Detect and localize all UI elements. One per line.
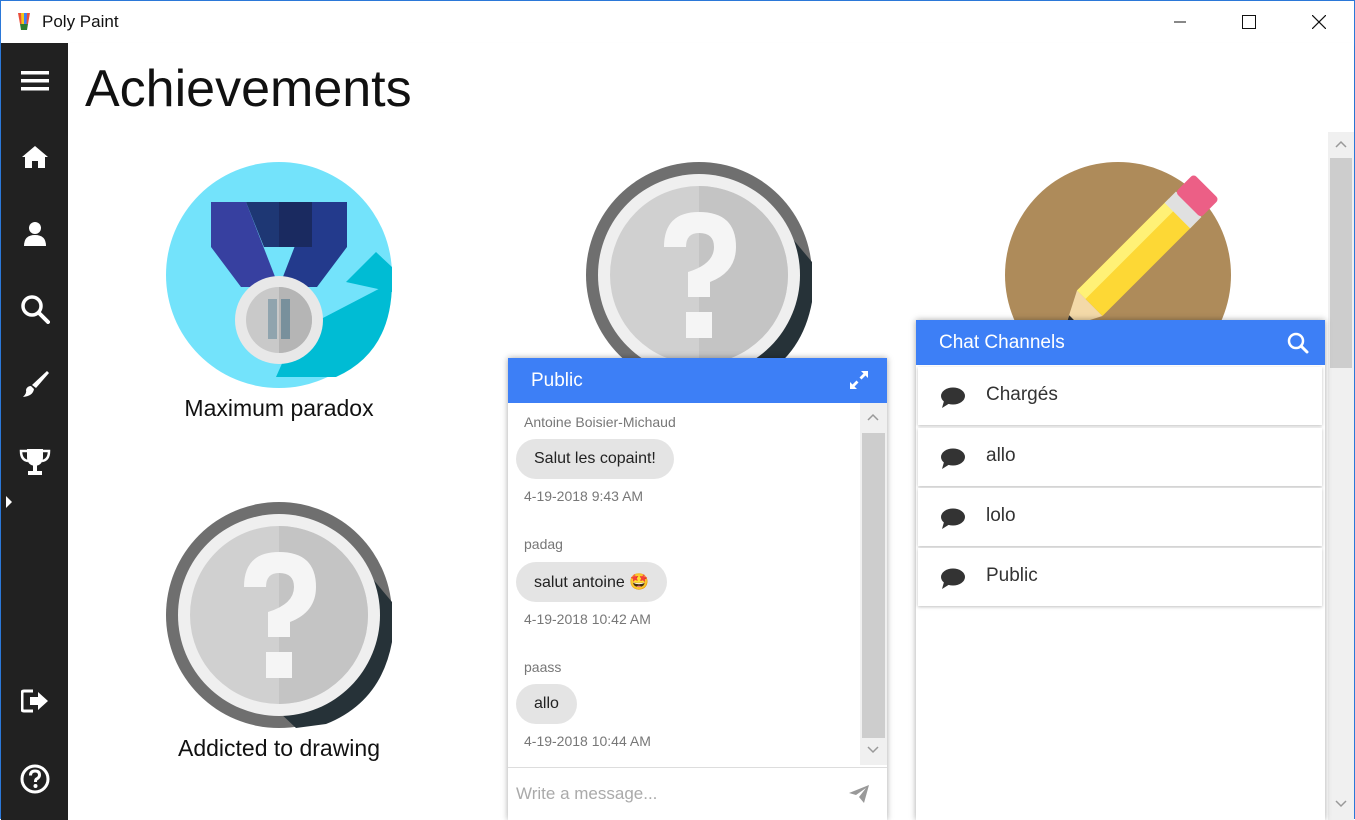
- channels-title: Chat Channels: [939, 332, 1065, 353]
- chat-bubble-icon: [941, 448, 965, 469]
- app-logo-icon: [18, 13, 30, 30]
- message-list: Antoine Boisier-Michaud Salut les copain…: [508, 403, 860, 765]
- message-bubble: allo: [516, 684, 577, 724]
- message-bubble: Salut les copaint!: [516, 439, 674, 479]
- channel-item[interactable]: allo: [918, 428, 1322, 486]
- chat-bubble-icon: [941, 568, 965, 589]
- message-bubble: salut antoine 🤩: [516, 562, 668, 602]
- trophy-icon: [19, 449, 50, 475]
- channels-window: Chat Channels Chargés allo lolo Public: [916, 320, 1325, 820]
- chat-channel-name: Public: [531, 370, 583, 391]
- question-icon: [586, 162, 812, 388]
- sidebar-item-search[interactable]: [1, 284, 68, 334]
- app-window: Poly Paint Achievements Maximum paradox …: [0, 0, 1355, 820]
- chat-window: Public Antoine Boisier-Michaud Salut les…: [508, 358, 887, 820]
- chat-scrollbar[interactable]: [860, 403, 887, 765]
- scroll-thumb[interactable]: [862, 433, 885, 738]
- message-time: 4-19-2018 9:43 AM: [524, 488, 644, 504]
- sidebar-item-achievements[interactable]: [1, 437, 68, 487]
- sidebar-item-logout[interactable]: [1, 676, 68, 726]
- sidebar-item-draw[interactable]: [1, 359, 68, 409]
- channels-header: Chat Channels: [916, 320, 1325, 365]
- channel-item[interactable]: lolo: [918, 488, 1322, 546]
- page-title: Achievements: [85, 60, 412, 118]
- expand-icon[interactable]: [849, 370, 869, 390]
- channel-label: Public: [986, 565, 1038, 586]
- close-icon: [1312, 15, 1326, 29]
- logout-icon: [20, 689, 48, 713]
- scroll-down-icon[interactable]: [1335, 800, 1347, 808]
- channel-item[interactable]: Public: [918, 548, 1322, 606]
- channel-label: Chargés: [986, 384, 1058, 405]
- message-composer: [508, 767, 887, 820]
- page-header: Achievements: [68, 43, 1354, 132]
- scroll-thumb[interactable]: [1330, 158, 1352, 368]
- question-icon: [166, 502, 392, 728]
- achievement-label: Maximum paradox: [184, 395, 374, 421]
- message-input[interactable]: [508, 768, 838, 820]
- chat-bubble-icon: [941, 508, 965, 529]
- message-time: 4-19-2018 10:44 AM: [524, 733, 651, 749]
- medal-icon: [166, 162, 392, 388]
- search-icon: [20, 295, 50, 324]
- send-icon[interactable]: [848, 784, 870, 804]
- channel-label: allo: [986, 445, 1016, 466]
- hamburger-icon: [20, 71, 49, 91]
- active-indicator: [6, 496, 12, 508]
- sidebar: [1, 43, 68, 820]
- scroll-down-icon[interactable]: [867, 746, 879, 754]
- channel-label: lolo: [986, 505, 1016, 526]
- chat-header: Public: [508, 358, 887, 403]
- sidebar-item-home[interactable]: [1, 132, 68, 182]
- message-author: paass: [524, 659, 562, 675]
- message-time: 4-19-2018 10:42 AM: [524, 611, 651, 627]
- title-bar: Poly Paint: [1, 1, 1354, 43]
- help-icon: [20, 764, 49, 794]
- sidebar-item-profile[interactable]: [1, 209, 68, 259]
- scroll-up-icon[interactable]: [867, 413, 879, 421]
- main-scrollbar[interactable]: [1328, 132, 1354, 820]
- minimize-button[interactable]: [1145, 1, 1215, 43]
- message-author: Antoine Boisier-Michaud: [524, 414, 676, 430]
- maximize-icon: [1242, 15, 1256, 29]
- achievement-label: Addicted to drawing: [177, 735, 380, 761]
- user-icon: [23, 222, 46, 246]
- home-icon: [21, 146, 48, 168]
- minimize-icon: [1174, 21, 1186, 23]
- sidebar-item-help[interactable]: [1, 754, 68, 804]
- paintbrush-icon: [22, 371, 49, 397]
- channel-item[interactable]: Chargés: [918, 367, 1322, 425]
- close-button[interactable]: [1284, 1, 1354, 43]
- scroll-up-icon[interactable]: [1335, 140, 1347, 148]
- search-icon[interactable]: [1287, 332, 1309, 354]
- window-title: Poly Paint: [42, 12, 119, 31]
- sidebar-item-menu[interactable]: [1, 56, 68, 106]
- chat-bubble-icon: [941, 387, 965, 408]
- maximize-button[interactable]: [1214, 1, 1284, 43]
- message-author: padag: [524, 536, 563, 552]
